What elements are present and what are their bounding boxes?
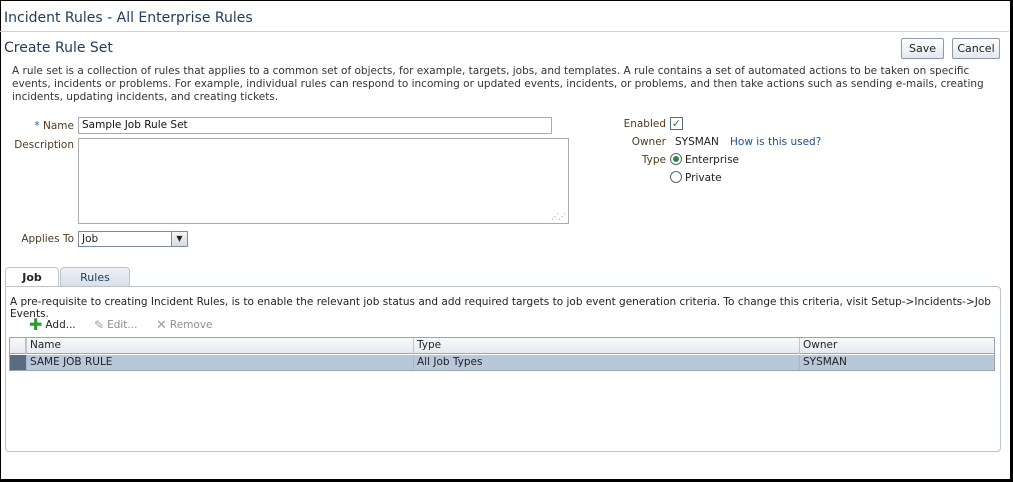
resize-grip-icon[interactable]: ⋰⋰ [551,212,566,221]
cell-type: All Job Types [413,355,799,370]
owner-label: Owner [631,136,666,148]
description-label: Description [14,139,74,151]
edit-label: Edit... [107,319,138,331]
add-button[interactable]: ✚ Add... [29,317,76,333]
name-input[interactable]: Sample Job Rule Set [78,117,552,134]
tab-job[interactable]: Job [5,267,59,287]
table-header: Name Type Owner [10,338,994,354]
required-marker: * [34,120,40,132]
remove-button[interactable]: ✕ Remove [156,317,213,333]
x-icon: ✕ [156,317,167,333]
description-textarea[interactable]: ⋰⋰ [78,138,569,224]
owner-value: SYSMAN [675,136,719,148]
add-label: Add... [45,319,76,331]
name-label: * Name [20,120,74,132]
check-icon: ✓ [671,117,682,130]
intro-text: A rule set is a collection of rules that… [12,65,984,103]
applies-to-select[interactable]: Job ▼ [78,231,188,247]
column-header-type[interactable]: Type [413,338,799,354]
select-all-corner[interactable] [10,338,26,354]
owner-help-link[interactable]: How is this used? [730,136,821,148]
type-private-label[interactable]: Private [685,172,722,184]
chevron-down-icon[interactable]: ▼ [171,232,187,246]
type-label: Type [641,154,666,166]
applies-to-value: Job [82,233,99,245]
type-enterprise-label[interactable]: Enterprise [685,154,739,166]
edit-button[interactable]: ✎ Edit... [94,317,137,333]
enabled-checkbox[interactable]: ✓ [670,117,683,130]
cell-name: SAME JOB RULE [26,355,413,370]
window-title: Incident Rules - All Enterprise Rules [4,10,253,26]
table-row[interactable]: SAME JOB RULE All Job Types SYSMAN [10,355,994,370]
job-rules-table: Name Type Owner SAME JOB RULE All Job Ty… [9,337,995,371]
name-label-text: Name [43,120,74,132]
enabled-label: Enabled [623,118,666,130]
column-header-name[interactable]: Name [26,338,413,354]
type-private-radio[interactable] [670,171,682,183]
plus-icon: ✚ [29,315,43,334]
tab-rules[interactable]: Rules [60,267,130,287]
row-selector[interactable] [10,355,26,370]
type-enterprise-radio[interactable] [670,153,682,165]
remove-label: Remove [169,319,213,331]
title-divider [0,31,1009,32]
save-button[interactable]: Save [901,38,944,59]
pencil-icon: ✎ [94,318,105,332]
applies-to-label: Applies To [21,233,74,245]
column-header-owner[interactable]: Owner [799,338,994,354]
page-title: Create Rule Set [4,40,113,56]
cell-owner: SYSMAN [799,355,994,370]
cancel-button[interactable]: Cancel [952,38,1000,59]
